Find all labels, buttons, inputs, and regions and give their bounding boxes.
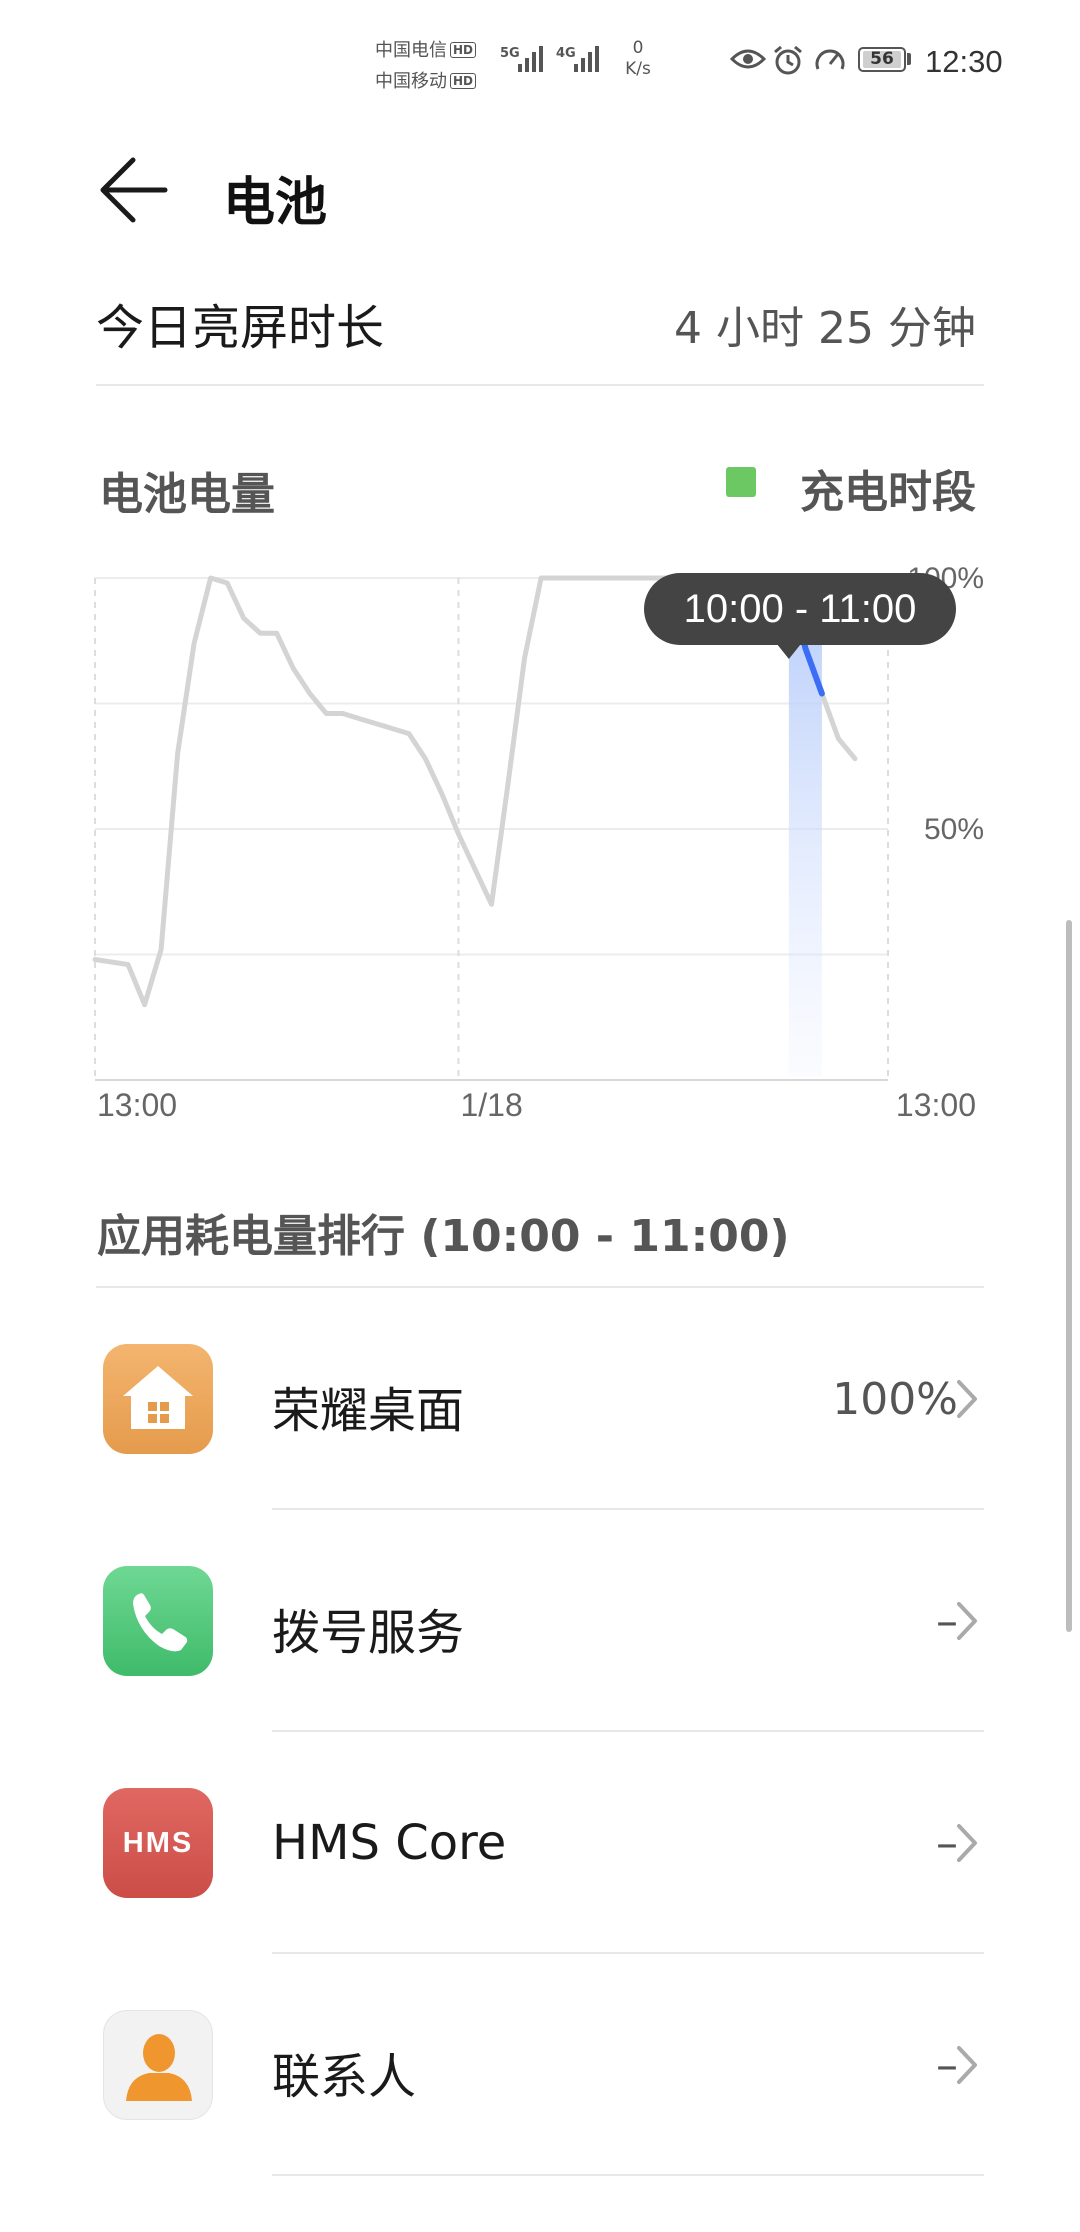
charging-legend-swatch [726, 467, 756, 497]
signal-strength-icon [572, 44, 604, 74]
battery-icon: 56 [858, 47, 906, 72]
alarm-icon [772, 44, 804, 76]
divider [96, 1286, 984, 1288]
app-name: 拨号服务 [272, 1593, 464, 1663]
speedometer-icon [813, 44, 847, 76]
x-tick-label: 1/18 [460, 1087, 522, 1123]
divider [96, 384, 984, 386]
home-launcher-icon [103, 1344, 213, 1454]
divider [272, 1508, 984, 1510]
page-title: 电池 [223, 160, 327, 235]
scrollbar[interactable] [1066, 920, 1072, 1632]
y-tick-label: 50% [924, 813, 984, 846]
app-name: 荣耀桌面 [272, 1371, 464, 1441]
app-usage-value: 100% [832, 1374, 958, 1425]
charging-legend-label: 充电时段 [800, 456, 976, 520]
x-tick-label: 13:00 [97, 1087, 177, 1123]
carrier-1: 中国电信HD [375, 36, 476, 62]
hms-core-icon: HMS [103, 1788, 213, 1898]
battery-level-label: 电池电量 [99, 458, 275, 522]
app-name: HMS Core [272, 1815, 506, 1871]
hd-badge: HD [450, 73, 476, 89]
back-arrow-icon[interactable] [95, 150, 175, 230]
status-bar: 中国电信HD 中国移动HD 5G 4G 0 K/s 56 12:30 [0, 0, 1080, 120]
divider [272, 1952, 984, 1954]
divider [272, 1730, 984, 1732]
app-row-hms-core[interactable]: HMS HMS Core – [0, 1788, 1080, 2010]
screen-time-label: 今日亮屏时长 [96, 288, 384, 358]
highlight-band [789, 628, 822, 1076]
hd-badge: HD [450, 42, 476, 58]
chevron-right-icon [951, 1818, 981, 1868]
eye-comfort-icon [730, 46, 766, 72]
svg-text:HMS: HMS [123, 1827, 193, 1859]
chevron-right-icon [951, 1374, 981, 1424]
tooltip-text: 10:00 - 11:00 [684, 587, 917, 631]
ranking-title: 应用耗电量排行 (10:00 - 11:00) [97, 1200, 790, 1264]
chevron-right-icon [951, 1596, 981, 1646]
app-row-honor-home[interactable]: 荣耀桌面 100% [0, 1344, 1080, 1566]
divider [272, 2174, 984, 2176]
network-speed: 0 K/s [618, 38, 658, 80]
app-row-contacts[interactable]: 联系人 – [0, 2010, 1080, 2232]
chevron-right-icon [951, 2040, 981, 2090]
contacts-icon [103, 2010, 213, 2120]
x-tick-label: 13:00 [896, 1087, 976, 1123]
app-row-dialer[interactable]: 拨号服务 – [0, 1566, 1080, 1788]
phone-icon [103, 1566, 213, 1676]
status-time: 12:30 [925, 44, 1003, 80]
signal-strength-icon [516, 44, 548, 74]
battery-level-chart[interactable]: 100%50% 13:001/1813:00 10:00 - 11:00 [0, 540, 1080, 1140]
app-name: 联系人 [272, 2037, 416, 2107]
carrier-2: 中国移动HD [375, 67, 476, 93]
screen-time-value: 4 小时 25 分钟 [674, 292, 976, 356]
